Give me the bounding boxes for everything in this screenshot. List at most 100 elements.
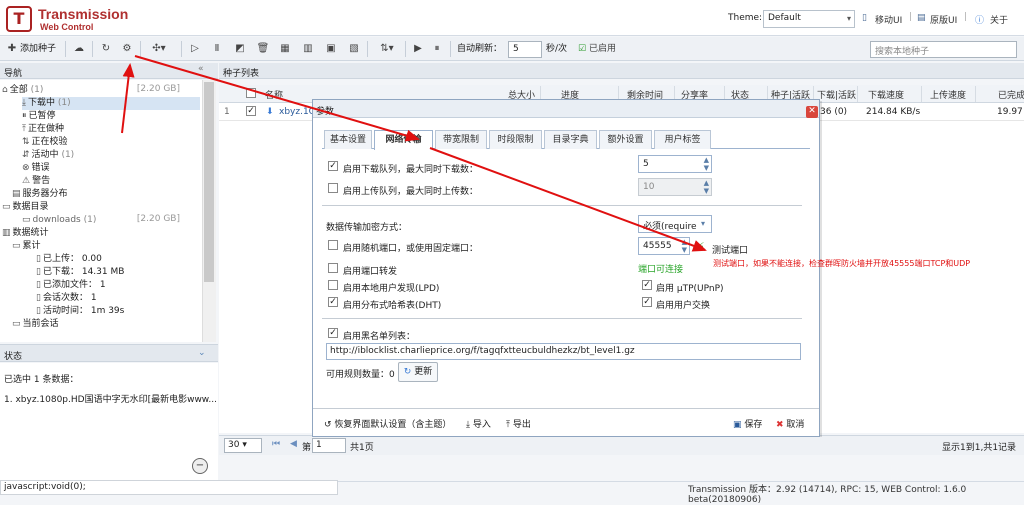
dht-checkbox[interactable]: ✓ <box>328 297 338 307</box>
collapse-left-icon[interactable]: « <box>198 64 204 74</box>
upload-queue-checkbox[interactable] <box>328 183 338 193</box>
auto-refresh-enabled-toggle[interactable]: ☑ 已启用 <box>578 40 616 58</box>
col-peers[interactable]: 下载|活跃 <box>817 88 856 101</box>
spin-down-icon[interactable]: ▼ <box>704 187 709 195</box>
tab-directories[interactable]: 目录字典 <box>544 130 597 149</box>
first-page-icon[interactable]: ⏮ <box>272 439 280 449</box>
nav-item-active[interactable]: ⇵ 活动中 (1) <box>22 149 74 162</box>
status-selected: 已选中 1 条数据： <box>4 375 79 385</box>
cloud-icon[interactable]: ☁ <box>72 40 86 58</box>
update-button[interactable]: ↻ 更新 <box>398 362 438 382</box>
pause-icon[interactable]: Ⅱ <box>210 40 224 58</box>
mobile-ui-link[interactable]: 移动UI <box>875 13 902 26</box>
download-queue-spinner[interactable]: 5 ▲ ▼ <box>638 155 712 173</box>
original-ui-link[interactable]: 原版UI <box>930 13 957 26</box>
tab-labels[interactable]: 用户标签 <box>654 130 711 149</box>
lpd-checkbox[interactable] <box>328 280 338 290</box>
row-name[interactable]: xbyz.1C <box>279 107 315 117</box>
pex-checkbox[interactable]: ✓ <box>642 297 652 307</box>
start-all-icon[interactable]: ▶ <box>411 40 425 58</box>
page-input[interactable]: 1 <box>312 438 346 453</box>
refresh-icon[interactable]: ↻ <box>99 40 113 58</box>
nav-item-seeding[interactable]: ⤒ 正在做种 <box>22 123 64 136</box>
pager-total-pages: 共1页 <box>350 443 374 453</box>
add-torrent-button[interactable]: 添加种子 <box>20 40 56 58</box>
nav-title: 导航 <box>4 69 23 79</box>
nav-item-paused[interactable]: ⏸ 已暂停 <box>22 110 56 123</box>
plugins-icon[interactable]: ✣▾ <box>146 40 172 58</box>
add-icon[interactable]: ✚ <box>6 40 18 58</box>
page-size-select[interactable]: 30 ▾ <box>224 438 262 453</box>
upload-queue-spinner[interactable]: 10 ▲ ▼ <box>638 178 712 196</box>
random-port-checkbox[interactable] <box>328 240 338 250</box>
tab-extras[interactable]: 额外设置 <box>599 130 652 149</box>
recheck-icon[interactable]: ◩ <box>233 40 247 58</box>
theme-select[interactable]: Default ▾ <box>763 10 855 28</box>
row-checkbox[interactable]: ✓ <box>246 106 256 116</box>
nav-item-warning[interactable]: ⚠ 警告 <box>22 175 50 188</box>
nav-item-error[interactable]: ⊗ 错误 <box>22 162 50 175</box>
refresh-icon: ↻ <box>403 367 412 377</box>
home-icon: ⌂ <box>2 85 8 95</box>
label-icon[interactable]: ▧ <box>347 40 361 58</box>
delete-icon[interactable]: 🗑 <box>256 40 270 58</box>
header-divider: | <box>909 12 913 22</box>
pause-all-icon[interactable]: ⏸ <box>430 40 444 58</box>
nav-item-downloading[interactable]: ⤓ 下载中 (1) <box>22 97 200 110</box>
export-button[interactable]: ⤒ 导出 <box>506 417 531 430</box>
col-upload-speed[interactable]: 上传速度 <box>930 88 966 101</box>
restore-defaults-button[interactable]: ↺ 恢复界面默认设置（含主题） <box>324 417 451 430</box>
gear-icon[interactable]: ⚙ <box>120 40 134 58</box>
checkbox-header[interactable] <box>246 88 256 101</box>
close-icon[interactable]: ✕ <box>806 106 818 118</box>
collapse-down-icon[interactable]: ⌄ <box>198 348 206 358</box>
col-completed[interactable]: 已完成 <box>998 88 1024 101</box>
dialog-titlebar <box>313 100 819 118</box>
spin-up-icon[interactable]: ▲ <box>704 179 709 187</box>
prev-page-icon[interactable]: ◀ <box>290 439 297 449</box>
toolbar-divider <box>367 41 368 57</box>
nav-item-data-dir[interactable]: ▭ 数据目录 <box>2 201 49 214</box>
nav-item-cumulative[interactable]: ▭ 累计 <box>12 240 41 253</box>
utp-checkbox[interactable]: ✓ <box>642 280 652 290</box>
nav-header: 导航 <box>0 63 218 79</box>
spin-up-icon[interactable]: ▲ <box>682 238 687 246</box>
tab-bandwidth[interactable]: 带宽限制 <box>435 130 487 149</box>
nav-item-current-session[interactable]: ▭ 当前会话 <box>12 318 59 331</box>
nav-item-downloads-folder[interactable]: ▭ downloads (1) <box>22 214 96 227</box>
minus-circle-icon[interactable]: − <box>192 458 208 474</box>
col-name[interactable]: 名称 <box>265 88 283 101</box>
test-port-button[interactable]: 测试端口 <box>712 243 748 256</box>
import-button[interactable]: ⤓ 导入 <box>466 417 491 430</box>
nav-scrollbar-thumb[interactable] <box>204 82 214 282</box>
port-spinner[interactable]: 45555 ▲ ▼ <box>638 237 690 255</box>
queue-icon[interactable]: ▣ <box>324 40 338 58</box>
search-input[interactable]: 搜索本地种子 <box>870 41 1017 58</box>
blocklist-checkbox[interactable]: ✓ <box>328 328 338 338</box>
col-divider <box>857 86 858 102</box>
spin-down-icon[interactable]: ▼ <box>704 164 709 172</box>
tab-basic[interactable]: 基本设置 <box>324 130 372 149</box>
nav-item-servers[interactable]: ▤ 服务器分布 <box>12 188 68 201</box>
sort-icon[interactable]: ⇅▾ <box>374 40 400 58</box>
save-button[interactable]: ▣ 保存 <box>733 417 762 430</box>
blocklist-url-input[interactable]: http://iblocklist.charlieprice.org/f/tag… <box>326 343 801 360</box>
move-icon[interactable]: ▥ <box>301 40 315 58</box>
nav-item-stats[interactable]: ▥ 数据统计 <box>2 227 49 240</box>
spin-down-icon[interactable]: ▼ <box>682 246 687 254</box>
tab-schedule[interactable]: 时段限制 <box>489 130 542 149</box>
header-checkbox[interactable] <box>246 88 256 98</box>
cancel-button[interactable]: ✖ 取消 <box>776 417 804 430</box>
col-download-speed[interactable]: 下载速度 <box>868 88 904 101</box>
download-queue-checkbox[interactable]: ✓ <box>328 161 338 171</box>
nav-item-checking[interactable]: ⇅ 正在校验 <box>22 136 68 149</box>
tab-network[interactable]: 网络传输 <box>374 130 433 150</box>
rename-icon[interactable]: ▦ <box>278 40 292 58</box>
start-icon[interactable]: ▷ <box>188 40 202 58</box>
spin-up-icon[interactable]: ▲ <box>704 156 709 164</box>
about-link[interactable]: 关于 <box>990 13 1008 26</box>
test-port-icon[interactable]: ⚡ <box>697 240 705 253</box>
auto-refresh-input[interactable]: 5 <box>508 41 542 58</box>
nav-item-all[interactable]: ⌂ 全部 (1) <box>2 84 43 97</box>
port-forward-checkbox[interactable] <box>328 263 338 273</box>
